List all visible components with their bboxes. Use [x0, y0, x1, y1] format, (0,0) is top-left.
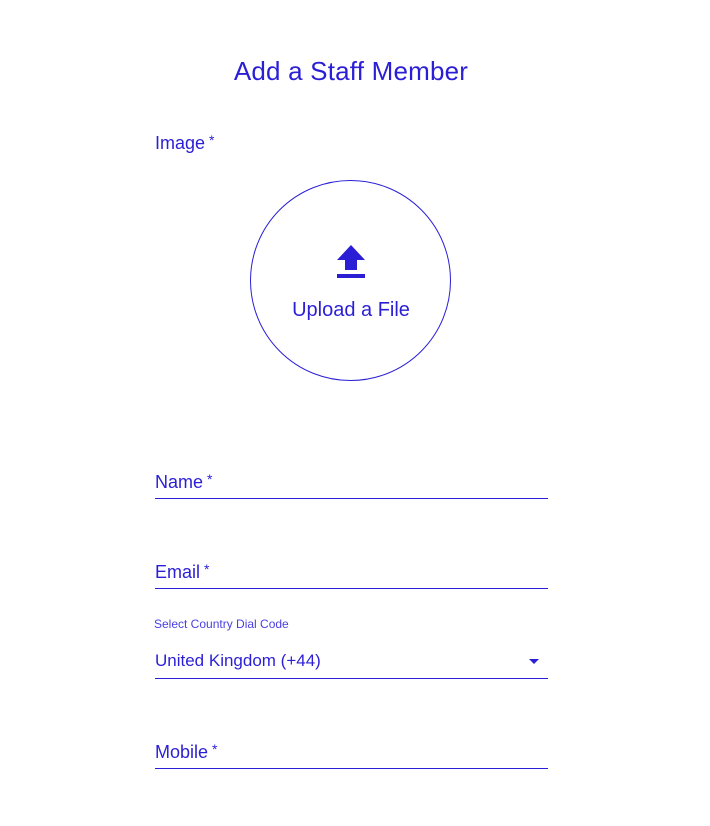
page-title: Add a Staff Member — [233, 56, 469, 86]
dial-code-value: United Kingdom (+44) — [155, 651, 321, 670]
name-input[interactable] — [155, 468, 552, 500]
caret-down-icon — [529, 659, 539, 664]
email-underline — [155, 588, 548, 589]
upload-file-button[interactable] — [250, 180, 451, 381]
name-underline — [155, 498, 548, 499]
required-mark: * — [209, 132, 215, 148]
dial-code-underline — [155, 678, 548, 679]
dial-code-caption: Select Country Dial Code — [154, 617, 289, 631]
image-label-text: Image — [155, 133, 206, 153]
upload-icon — [337, 245, 365, 278]
mobile-input[interactable] — [155, 738, 552, 770]
image-label: Image * — [155, 132, 215, 154]
mobile-underline — [155, 768, 548, 769]
upload-file-label: Upload a File — [292, 299, 410, 321]
email-input[interactable] — [155, 558, 552, 590]
